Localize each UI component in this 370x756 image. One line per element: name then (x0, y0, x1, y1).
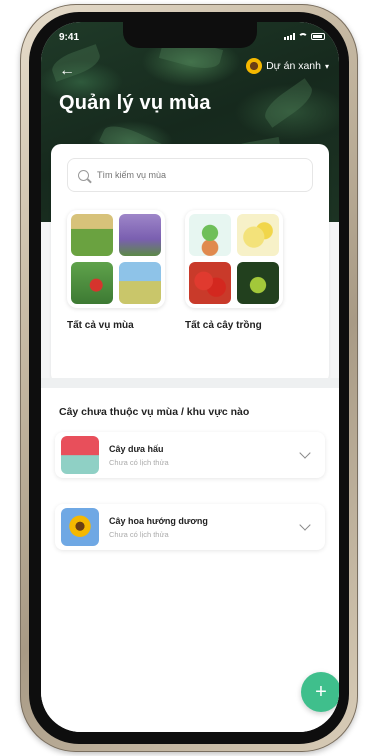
category-all-seasons[interactable]: Tất cả vụ mùa (67, 210, 165, 331)
wifi-icon (298, 33, 308, 40)
item-subtitle: Chưa có lịch thửa (109, 529, 169, 539)
camera-notch (123, 22, 257, 48)
farmland-photo (119, 262, 161, 304)
status-icons (284, 33, 325, 40)
chevron-down-icon[interactable] (299, 447, 311, 459)
list-item[interactable]: Cây hoa hướng dương Chưa có lịch thửa (55, 504, 325, 550)
field-photo (71, 214, 113, 256)
project-dropdown[interactable]: Dự án xanh ▾ (246, 58, 329, 74)
status-time: 9:41 (59, 32, 80, 43)
category-label: Tất cả vụ mùa (67, 320, 134, 331)
lemon-photo (237, 214, 279, 256)
dropdown-caret-icon: ▾ (324, 61, 329, 71)
category-card: Tất cả vụ mùa Tất cả cây trồng (51, 144, 329, 384)
item-name: Cây dưa hấu (109, 443, 164, 454)
potted-plant-photo (189, 214, 231, 256)
sunflower-icon (246, 58, 263, 74)
item-subtitle: Chưa có lịch thửa (109, 457, 169, 467)
search-box[interactable] (67, 158, 313, 192)
add-button[interactable]: + (301, 672, 339, 712)
list-item[interactable]: Cây dưa hấu Chưa có lịch thửa (55, 432, 325, 478)
page-title: Quản lý vụ mùa (59, 92, 211, 114)
item-name: Cây hoa hướng dương (109, 515, 208, 526)
plus-icon: + (315, 680, 327, 703)
strawberry-photo (189, 262, 231, 304)
battery-icon (311, 33, 325, 40)
chevron-down-icon[interactable] (299, 519, 311, 531)
lavender-photo (119, 214, 161, 256)
project-name: Dự án xanh (266, 60, 321, 72)
category-label: Tất cả cây trồng (185, 320, 262, 331)
category-thumbnail-grid (185, 210, 283, 308)
section-divider (41, 378, 339, 388)
harvest-photo (71, 262, 113, 304)
section-title: Cây chưa thuộc vụ mùa / khu vực nào (59, 406, 250, 418)
search-input[interactable] (95, 169, 289, 181)
sunflower-thumbnail (61, 508, 99, 546)
category-thumbnail-grid (67, 210, 165, 308)
signal-icon (284, 33, 295, 40)
back-arrow-icon[interactable]: ← (59, 62, 75, 80)
category-all-plants[interactable]: Tất cả cây trồng (185, 210, 283, 331)
app-screen: 9:41 ← Dự án xanh ▾ Quản lý vụ mùa Tất c… (41, 22, 339, 732)
search-icon (78, 169, 89, 181)
unassigned-plants-section: Cây chưa thuộc vụ mùa / khu vực nào Cây … (41, 388, 339, 732)
green-fruit-photo (237, 262, 279, 304)
watermelon-thumbnail (61, 436, 99, 474)
